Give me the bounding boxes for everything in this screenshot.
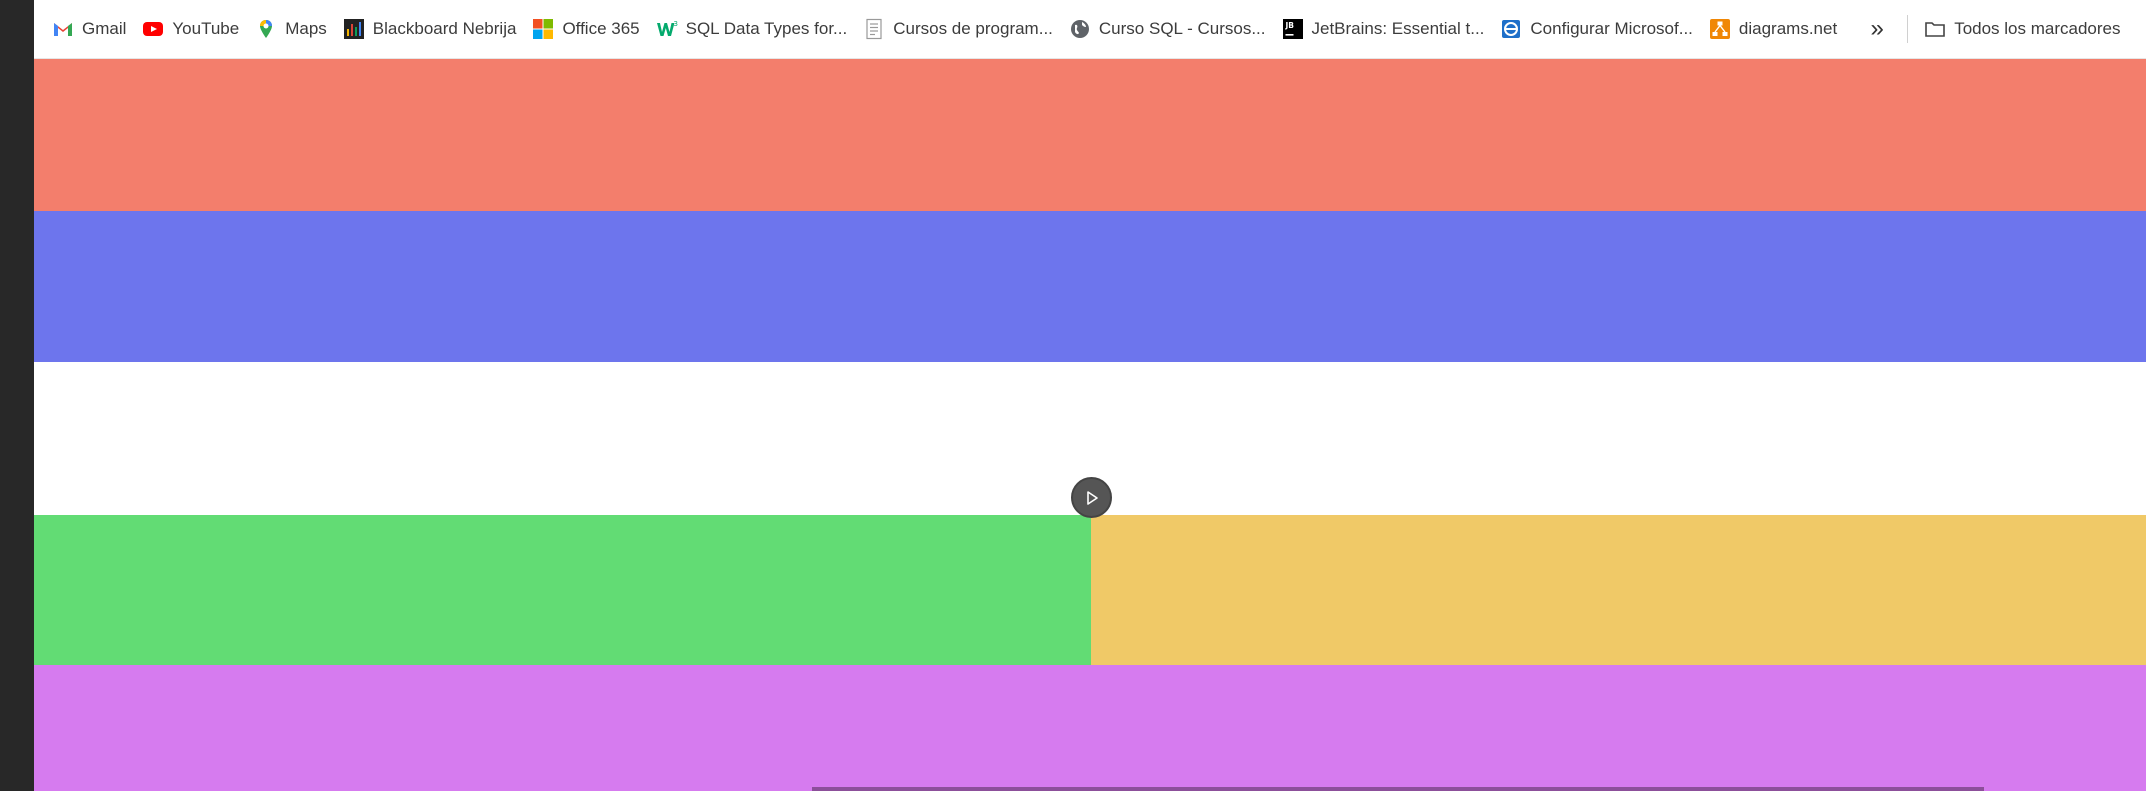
bookmark-cursos-programacion[interactable]: Cursos de program... (861, 9, 1063, 49)
bookmark-label: Blackboard Nebrija (372, 19, 517, 38)
office-icon (533, 19, 554, 39)
stripe-red (34, 59, 2146, 211)
bookmark-label: diagrams.net (1738, 19, 1838, 38)
bookmark-gmail[interactable]: Gmail (50, 9, 136, 49)
w3schools-icon: 3 (656, 20, 678, 36)
globe-icon (1070, 20, 1089, 38)
bookmark-label: YouTube (172, 19, 240, 38)
bookmark-jetbrains[interactable]: JB JetBrains: Essential t... (1280, 9, 1495, 49)
stripe-yellow (1091, 515, 2146, 665)
jetbrains-icon: JB (1282, 19, 1303, 39)
document-icon (866, 18, 882, 40)
folder-icon (1925, 22, 1945, 37)
bookmarks-overflow-button[interactable]: » (1857, 9, 1897, 49)
left-dark-rail (0, 0, 34, 791)
gmail-icon (54, 23, 72, 36)
blackboard-icon (343, 19, 364, 39)
stripe-green (34, 515, 1091, 665)
bookmark-label: Configurar Microsof... (1530, 19, 1693, 38)
maps-icon (260, 20, 273, 38)
bookmark-maps[interactable]: Maps (253, 9, 337, 49)
bookmark-label: Gmail (82, 19, 127, 38)
bottom-divider-line (812, 787, 1984, 791)
bookmark-label: Maps (285, 19, 327, 38)
bookmark-configurar-microsoft[interactable]: Configurar Microsof... (1498, 9, 1703, 49)
bookmark-youtube[interactable]: YouTube (140, 9, 249, 49)
bookmark-blackboard[interactable]: Blackboard Nebrija (341, 9, 527, 49)
bookmark-curso-sql[interactable]: Curso SQL - Cursos... (1067, 9, 1276, 49)
drawio-icon (1709, 19, 1730, 39)
bookmark-label: Office 365 (562, 19, 640, 38)
ie-icon (1502, 20, 1521, 38)
double-chevron-right-icon: » (1870, 15, 1884, 42)
all-bookmarks-folder[interactable]: Todos los marcadores (1924, 18, 2121, 40)
bookmark-office[interactable]: Office 365 (530, 9, 649, 49)
all-bookmarks-label: Todos los marcadores (1954, 19, 2121, 38)
play-icon (1086, 490, 1098, 505)
bookmarks-bar: Gmail YouTube Maps Blackboard Nebrija Of… (34, 0, 2146, 59)
stripe-purple (34, 665, 2146, 791)
bookmark-label: JetBrains: Essential t... (1311, 19, 1485, 38)
youtube-icon (143, 22, 164, 36)
bookmarks-separator (1907, 15, 1909, 43)
bookmark-diagrams-net[interactable]: diagrams.net (1707, 9, 1847, 49)
bookmark-label: SQL Data Types for... (685, 19, 848, 38)
bookmark-label: Curso SQL - Cursos... (1098, 19, 1266, 38)
bookmark-label: Cursos de program... (893, 19, 1053, 38)
svg-text:JB: JB (1284, 21, 1294, 30)
stripe-blue (34, 211, 2146, 362)
play-button[interactable] (1071, 477, 1112, 518)
bookmark-sql-data-types[interactable]: 3 SQL Data Types for... (654, 9, 858, 49)
svg-text:3: 3 (673, 20, 677, 28)
